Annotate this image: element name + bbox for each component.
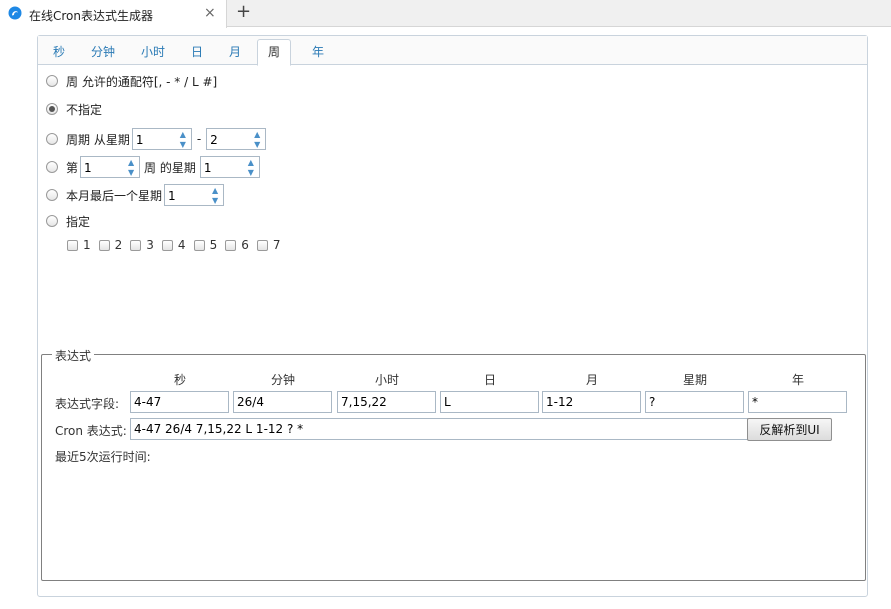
tab-hour[interactable]: 小时 bbox=[131, 40, 175, 65]
fields-label: 表达式字段: bbox=[55, 397, 120, 411]
weekday-checkbox-4[interactable]: 4 bbox=[161, 238, 186, 252]
weekday-checkboxes: 1 2 3 4 5 6 7 bbox=[67, 238, 288, 252]
radio-allowed-wildcards[interactable] bbox=[46, 75, 58, 87]
chevron-down-icon[interactable]: ▼ bbox=[251, 140, 263, 149]
tab-month[interactable]: 月 bbox=[219, 40, 251, 65]
field-day[interactable]: L bbox=[440, 391, 539, 413]
col-header-year: 年 bbox=[791, 373, 804, 387]
field-minute[interactable]: 26/4 bbox=[233, 391, 332, 413]
browser-tab[interactable]: 在线Cron表达式生成器 × bbox=[0, 0, 227, 28]
col-header-minute: 分钟 bbox=[270, 373, 295, 387]
option-nth-label: 第 bbox=[66, 160, 79, 175]
col-header-day: 日 bbox=[483, 373, 496, 387]
weekday-checkbox-2[interactable]: 2 bbox=[98, 238, 122, 252]
radio-cycle[interactable] bbox=[46, 133, 58, 145]
cycle-to-stepper[interactable]: 2 ▲ ▼ bbox=[206, 128, 267, 150]
close-tab-icon[interactable]: × bbox=[204, 5, 216, 21]
browser-tab-strip: 在线Cron表达式生成器 × + bbox=[0, 0, 891, 28]
option-last-label: 本月最后一个星期 bbox=[66, 188, 163, 203]
cycle-from-value[interactable]: 1 bbox=[136, 133, 144, 147]
col-header-second: 秒 bbox=[173, 373, 186, 387]
option-specify[interactable]: 指定 bbox=[46, 211, 90, 231]
field-hour[interactable]: 7,15,22 bbox=[337, 391, 436, 413]
tab-second[interactable]: 秒 bbox=[43, 40, 75, 65]
checkbox[interactable] bbox=[161, 239, 173, 251]
col-header-month: 月 bbox=[585, 373, 598, 387]
last-day-value[interactable]: 1 bbox=[168, 189, 176, 203]
chevron-up-icon[interactable]: ▲ bbox=[245, 158, 257, 167]
checkbox[interactable] bbox=[67, 239, 78, 251]
nth-week-value[interactable]: 1 bbox=[84, 161, 92, 175]
weekday-checkbox-3[interactable]: 3 bbox=[130, 238, 154, 252]
col-header-hour: 小时 bbox=[374, 373, 399, 387]
option-cycle-label: 周期 从星期 bbox=[66, 132, 130, 147]
radio-specify[interactable] bbox=[46, 215, 58, 227]
checkbox[interactable] bbox=[225, 239, 237, 251]
option-unspecified[interactable]: 不指定 bbox=[46, 99, 102, 119]
expression-legend: 表达式 bbox=[52, 347, 95, 364]
option-allowed-wildcards[interactable]: 周 允许的通配符[, - * / L #] bbox=[46, 71, 217, 91]
checkbox[interactable] bbox=[130, 239, 142, 251]
cron-expression-input[interactable]: 4-47 26/4 7,15,22 L 1-12 ? * bbox=[130, 418, 748, 440]
radio-last-weekday[interactable] bbox=[46, 189, 58, 201]
cycle-to-value[interactable]: 2 bbox=[210, 133, 218, 147]
field-month[interactable]: 1-12 bbox=[542, 391, 641, 413]
tab-minute[interactable]: 分钟 bbox=[81, 40, 125, 65]
cycle-dash: - bbox=[196, 132, 202, 146]
tab-week[interactable]: 周 bbox=[257, 39, 292, 66]
chevron-up-icon[interactable]: ▲ bbox=[251, 130, 263, 139]
radio-nth-weekday[interactable] bbox=[46, 161, 58, 173]
col-header-week: 星期 bbox=[682, 373, 707, 387]
chevron-down-icon[interactable]: ▼ bbox=[125, 168, 137, 177]
checkbox[interactable] bbox=[193, 239, 205, 251]
chevron-up-icon[interactable]: ▲ bbox=[125, 158, 137, 167]
new-tab-icon[interactable]: + bbox=[236, 2, 251, 22]
last-day-stepper[interactable]: 1 ▲ ▼ bbox=[164, 184, 225, 206]
option-allowed-wildcards-label: 周 允许的通配符[, - * / L #] bbox=[66, 74, 218, 89]
recent-runs-label: 最近5次运行时间: bbox=[55, 450, 151, 464]
nth-day-stepper[interactable]: 1 ▲ ▼ bbox=[199, 156, 260, 178]
tab-day[interactable]: 日 bbox=[181, 40, 213, 65]
option-last-weekday[interactable]: 本月最后一个星期 1 ▲ ▼ bbox=[46, 184, 226, 206]
chevron-down-icon[interactable]: ▼ bbox=[209, 196, 221, 205]
tab-year[interactable]: 年 bbox=[302, 40, 334, 65]
expression-fieldset: 表达式 秒 分钟 小时 日 月 星期 年 表达式字段: 4-47 26/4 7,… bbox=[41, 347, 866, 581]
weekday-checkbox-7[interactable]: 7 bbox=[256, 238, 280, 252]
checkbox[interactable] bbox=[256, 239, 268, 251]
chevron-down-icon[interactable]: ▼ bbox=[177, 140, 189, 149]
site-logo-icon bbox=[8, 6, 22, 20]
chevron-up-icon[interactable]: ▲ bbox=[209, 186, 221, 195]
option-nth-weekday[interactable]: 第 1 ▲ ▼ 周 的星期 1 ▲ ▼ bbox=[46, 156, 262, 178]
cycle-from-stepper[interactable]: 1 ▲ ▼ bbox=[131, 128, 192, 150]
weekday-checkbox-6[interactable]: 6 bbox=[225, 238, 249, 252]
chevron-down-icon[interactable]: ▼ bbox=[245, 168, 257, 177]
weekday-checkbox-5[interactable]: 5 bbox=[193, 238, 217, 252]
weekday-checkbox-1[interactable]: 1 bbox=[67, 238, 91, 252]
parse-to-ui-button[interactable]: 反解析到UI bbox=[747, 418, 832, 441]
option-cycle[interactable]: 周期 从星期 1 ▲ ▼ - 2 ▲ ▼ bbox=[46, 128, 268, 150]
radio-unspecified[interactable] bbox=[46, 103, 58, 115]
unit-tabs: 秒 分钟 小时 日 月 周 年 bbox=[38, 36, 867, 66]
chevron-up-icon[interactable]: ▲ bbox=[177, 130, 189, 139]
nth-week-stepper[interactable]: 1 ▲ ▼ bbox=[80, 156, 141, 178]
field-year[interactable]: * bbox=[748, 391, 847, 413]
checkbox[interactable] bbox=[98, 239, 110, 251]
field-second[interactable]: 4-47 bbox=[130, 391, 229, 413]
cron-generator-panel: 秒 分钟 小时 日 月 周 年 周 允许的通配符[, - * / L #] 不指… bbox=[37, 35, 868, 597]
browser-tab-title: 在线Cron表达式生成器 bbox=[29, 9, 153, 23]
option-unspecified-label: 不指定 bbox=[66, 102, 103, 117]
field-week[interactable]: ? bbox=[645, 391, 744, 413]
option-specify-label: 指定 bbox=[66, 214, 91, 229]
nth-day-value[interactable]: 1 bbox=[204, 161, 212, 175]
nth-mid-label: 周 的星期 bbox=[144, 160, 196, 175]
cron-label: Cron 表达式: bbox=[55, 424, 127, 438]
